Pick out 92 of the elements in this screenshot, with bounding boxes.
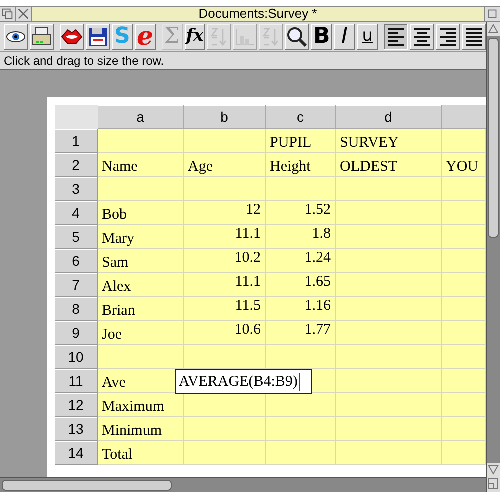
table-cell: OLDEST (336, 153, 442, 177)
align-button[interactable] (384, 24, 408, 50)
save-button[interactable] (86, 24, 110, 50)
e-logo-button[interactable]: e (134, 24, 156, 50)
print-button[interactable] (30, 24, 54, 50)
table-cell: Bob (98, 201, 184, 225)
resize-icon[interactable] (487, 477, 500, 492)
horizontal-scrollbar[interactable] (0, 477, 486, 492)
table-cell: PUPIL (266, 129, 336, 153)
table-cell: 12 (184, 201, 266, 225)
row-header[interactable]: 11 (55, 369, 98, 393)
row-header[interactable]: 6 (55, 249, 98, 273)
formula-text: AVERAGE(B4:B9) (179, 372, 298, 390)
table-cell: 1.16 (266, 297, 336, 321)
table-cell: 10.6 (184, 321, 266, 345)
table-cell: 1.24 (266, 249, 336, 273)
status-text: Click and drag to size the row. (4, 54, 164, 66)
printer-icon (31, 26, 53, 48)
table-cell (266, 417, 336, 441)
row-header[interactable]: 2 (55, 153, 98, 177)
table-cell: SURVEY (336, 129, 442, 153)
table-cell (442, 297, 486, 321)
row-header[interactable]: 14 (55, 441, 98, 465)
search-button[interactable] (285, 24, 310, 50)
function-button[interactable]: fx (184, 24, 206, 50)
table-cell: 11.5 (184, 297, 266, 321)
table-cell (442, 249, 486, 273)
table-cell: 1.77 (266, 321, 336, 345)
column-header[interactable]: b (184, 105, 266, 129)
scroll-up-icon[interactable] (487, 22, 500, 36)
close-icon[interactable] (16, 7, 32, 21)
corner-cell (55, 105, 98, 129)
italic-button[interactable]: I (334, 24, 356, 50)
table-cell (442, 225, 486, 249)
toggle-size-icon[interactable] (484, 7, 500, 21)
row-header[interactable]: 3 (55, 177, 98, 201)
cell-editor[interactable]: AVERAGE(B4:B9) (175, 369, 312, 394)
underline-button[interactable]: u (357, 24, 378, 50)
table-cell: YOU (442, 153, 486, 177)
table-cell: Age (184, 153, 266, 177)
table-cell: Mary (98, 225, 184, 249)
table-cell (442, 201, 486, 225)
column-header[interactable]: d (336, 105, 442, 129)
row-header[interactable]: 7 (55, 273, 98, 297)
table-cell: 1.65 (266, 273, 336, 297)
table-cell (442, 129, 486, 153)
table-cell: Total (98, 441, 184, 465)
table-cell: Joe (98, 321, 184, 345)
table-cell (442, 321, 486, 345)
row-header[interactable]: 13 (55, 417, 98, 441)
back-icon[interactable] (0, 7, 16, 21)
scrollbar-thumb[interactable] (2, 480, 172, 490)
table-cell (266, 345, 336, 369)
table-cell: Sam (98, 249, 184, 273)
table-cell: Maximum (98, 393, 184, 417)
table-cell: Name (98, 153, 184, 177)
lips-button[interactable] (60, 24, 84, 50)
scroll-down-icon[interactable] (487, 463, 500, 477)
row-header[interactable]: 1 (55, 129, 98, 153)
window-title: Documents:Survey * (198, 7, 318, 21)
table-cell (266, 393, 336, 417)
table-cell: 11.1 (184, 225, 266, 249)
table-cell (442, 441, 486, 465)
row-header[interactable]: 9 (55, 321, 98, 345)
table-cell: 1.52 (266, 201, 336, 225)
table-cell (442, 273, 486, 297)
scrollbar-thumb[interactable] (488, 38, 499, 238)
bold-button[interactable]: B (311, 24, 332, 50)
table-cell (442, 345, 486, 369)
table-cell: 1.8 (266, 225, 336, 249)
row-header[interactable]: 12 (55, 393, 98, 417)
table-cell: 10.2 (184, 249, 266, 273)
row-header[interactable]: 4 (55, 201, 98, 225)
search-icon (286, 26, 308, 48)
table-cell (442, 417, 486, 441)
row-header[interactable]: 10 (55, 345, 98, 369)
view-button[interactable] (4, 24, 28, 50)
table-cell (442, 393, 486, 417)
table-cell: Brian (98, 297, 184, 321)
table-cell (442, 369, 486, 393)
text-caret (298, 372, 300, 390)
column-header[interactable]: a (98, 105, 184, 129)
table-cell (442, 177, 486, 201)
table-cell: Height (266, 153, 336, 177)
row-header[interactable]: 8 (55, 297, 98, 321)
table-cell (266, 177, 336, 201)
row-header[interactable]: 5 (55, 225, 98, 249)
table-cell: Minimum (98, 417, 184, 441)
table-cell: 11.1 (184, 273, 266, 297)
table-cell: Alex (98, 273, 184, 297)
column-header[interactable]: c (266, 105, 336, 129)
table-cell (266, 441, 336, 465)
